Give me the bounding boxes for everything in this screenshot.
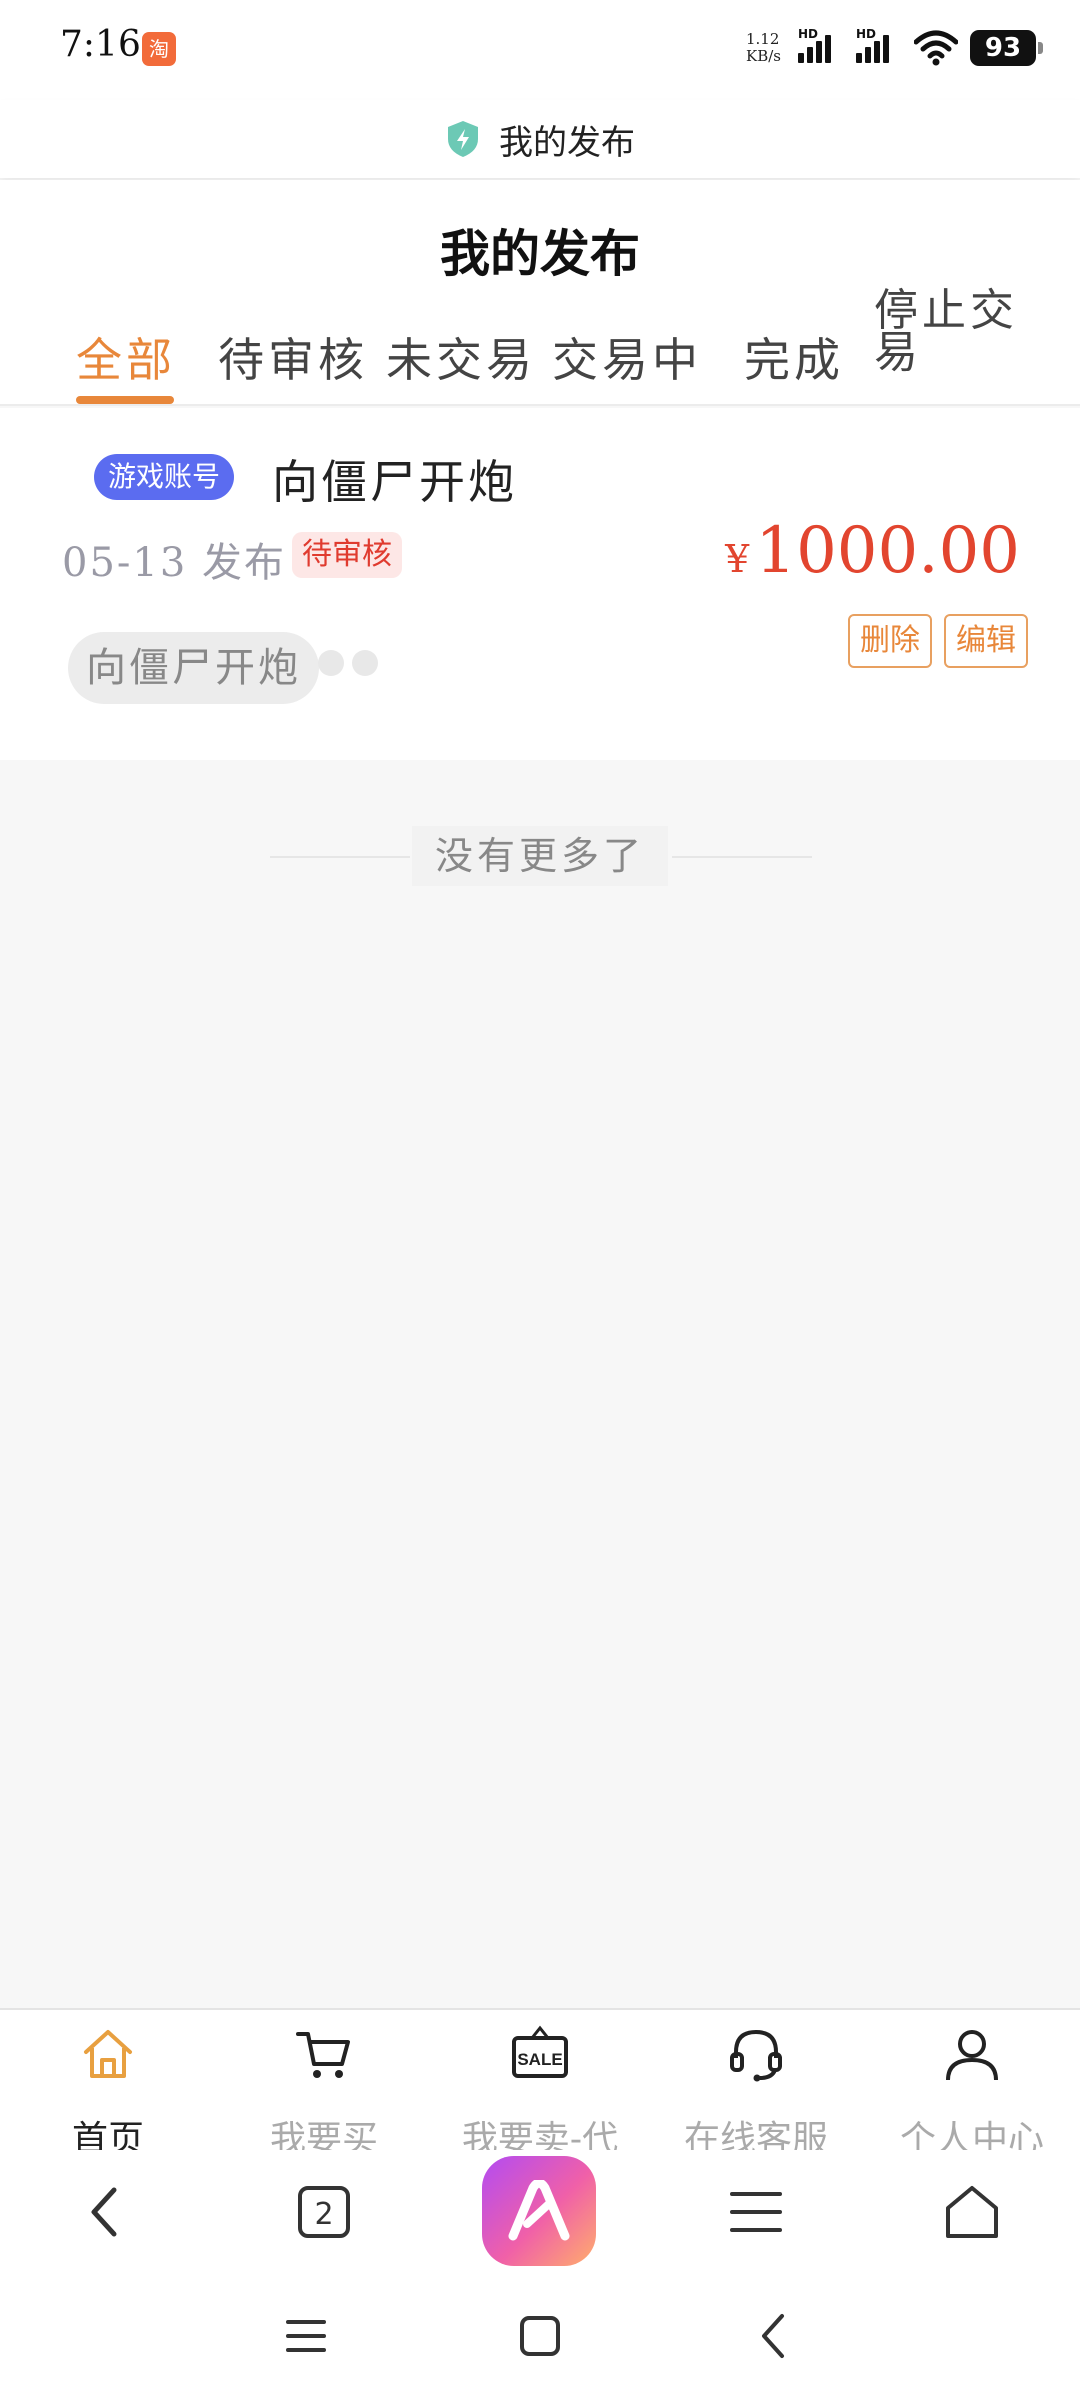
status-indicators: 1.12 KB/s HD HD 93 bbox=[746, 26, 1043, 70]
ai-assistant-button[interactable] bbox=[482, 2156, 596, 2266]
active-tab-indicator bbox=[76, 396, 174, 404]
browser-menu-button[interactable] bbox=[724, 2180, 788, 2244]
nav-support[interactable]: 在线客服 bbox=[648, 2010, 864, 2150]
square-home-icon bbox=[520, 2316, 560, 2356]
system-home-button[interactable] bbox=[514, 2310, 566, 2362]
placeholder-dot bbox=[352, 650, 378, 676]
browser-home-button[interactable] bbox=[940, 2180, 1004, 2244]
browser-tabs-button[interactable]: 2 bbox=[292, 2180, 356, 2244]
listing-title: 向僵尸开炮 bbox=[272, 455, 517, 509]
network-speed: 1.12 KB/s bbox=[746, 31, 786, 65]
signal-1-icon: HD bbox=[798, 27, 844, 63]
tab-completed[interactable]: 完成 bbox=[744, 324, 844, 390]
recent-apps-icon bbox=[286, 2320, 326, 2352]
browser-back-button[interactable] bbox=[74, 2180, 138, 2244]
category-badge: 游戏账号 bbox=[94, 454, 235, 500]
chevron-left-icon bbox=[91, 2187, 117, 2237]
network-speed-value: 1.12 bbox=[746, 30, 780, 48]
listing-date: 05-13 发布 bbox=[62, 530, 286, 588]
nav-profile-label: 个人中心 bbox=[899, 2119, 1044, 2150]
headset-icon bbox=[730, 2029, 782, 2082]
nav-sell-label: 我要卖-代 bbox=[461, 2119, 619, 2150]
status-tabs: 全部 待审核 未交易 交易中 完成 停止交易 bbox=[0, 289, 1080, 406]
nav-profile[interactable]: 个人中心 bbox=[864, 2010, 1080, 2150]
battery-icon: 93 bbox=[970, 30, 1043, 66]
browser-title-bar[interactable]: 我的发布 bbox=[0, 100, 1080, 178]
hamburger-icon bbox=[730, 2192, 782, 2232]
nav-home-label: 首页 bbox=[71, 2119, 144, 2150]
signal-2-icon: HD bbox=[856, 27, 902, 63]
nav-sell[interactable]: SALE 我要卖-代 bbox=[432, 2010, 648, 2150]
game-name-chip: 向僵尸开炮 bbox=[68, 632, 319, 704]
ai-logo-icon bbox=[508, 2180, 570, 2241]
tab-trading[interactable]: 交易中 bbox=[552, 324, 702, 390]
tab-not-traded[interactable]: 未交易 bbox=[386, 324, 536, 390]
secure-shield-icon bbox=[448, 121, 478, 157]
tab-all[interactable]: 全部 bbox=[76, 324, 176, 390]
home-outline-icon bbox=[946, 2186, 998, 2238]
listing-date-suffix: 发布 bbox=[202, 540, 287, 586]
divider-right bbox=[672, 856, 812, 858]
tabs-counter-icon: 2 bbox=[298, 2186, 350, 2238]
back-arrow-icon bbox=[762, 2314, 784, 2358]
tab-stopped[interactable]: 停止交易 bbox=[874, 289, 1024, 375]
listing-price: ¥1000.00 bbox=[725, 514, 1020, 588]
network-speed-unit: KB/s bbox=[746, 47, 781, 65]
page-title: 我的发布 bbox=[440, 225, 640, 283]
delete-button[interactable]: 删除 bbox=[848, 614, 932, 668]
listing-date-value: 05-13 bbox=[62, 540, 188, 586]
nav-home[interactable]: 首页 bbox=[0, 2010, 216, 2150]
signal-2-hd-label: HD bbox=[856, 27, 877, 41]
tab-count: 2 bbox=[314, 2197, 333, 2232]
browser-toolbar: 2 bbox=[0, 2150, 1080, 2276]
page-header: 我的发布 全部 待审核 未交易 交易中 完成 停止交易 bbox=[0, 180, 1080, 406]
cart-icon bbox=[296, 2032, 350, 2078]
nav-buy-label: 我要买 bbox=[269, 2119, 378, 2150]
sale-sign-text: SALE bbox=[517, 2050, 562, 2069]
sale-sign-icon: SALE bbox=[512, 2025, 568, 2078]
no-more-text: 没有更多了 bbox=[412, 826, 668, 886]
home-icon bbox=[84, 2030, 132, 2078]
user-icon bbox=[946, 2030, 998, 2081]
system-navigation-bar bbox=[0, 2276, 1080, 2400]
placeholder-dot bbox=[318, 650, 344, 676]
app-page: 7:16 淘 1.12 KB/s HD HD 93 我的发布 我的发布 全部 待… bbox=[0, 0, 1080, 2400]
status-bar: 7:16 淘 1.12 KB/s HD HD 93 bbox=[0, 0, 1080, 100]
wifi-icon bbox=[914, 30, 958, 66]
listing-card[interactable]: 游戏账号 向僵尸开炮 05-13 发布 待审核 ¥1000.00 删除 编辑 向… bbox=[0, 408, 1080, 760]
nav-support-label: 在线客服 bbox=[683, 2119, 828, 2150]
list-end-indicator: 没有更多了 bbox=[0, 826, 1080, 886]
price-currency: ¥ bbox=[725, 537, 750, 581]
recent-apps-button[interactable] bbox=[280, 2310, 332, 2362]
edit-button[interactable]: 编辑 bbox=[944, 614, 1028, 668]
price-amount: 1000.00 bbox=[755, 514, 1020, 588]
tab-pending-review[interactable]: 待审核 bbox=[218, 324, 368, 390]
divider-left bbox=[270, 856, 410, 858]
taobao-notification-icon: 淘 bbox=[142, 32, 176, 66]
status-time: 7:16 bbox=[60, 24, 141, 65]
system-back-button[interactable] bbox=[748, 2310, 800, 2362]
browser-page-title: 我的发布 bbox=[499, 122, 635, 163]
signal-1-hd-label: HD bbox=[798, 27, 819, 41]
nav-buy[interactable]: 我要买 bbox=[216, 2010, 432, 2150]
bottom-tab-bar: 首页 我要买 SALE 我要卖-代 在线客服 个人中心 bbox=[0, 2008, 1080, 2150]
status-badge: 待审核 bbox=[292, 532, 402, 578]
